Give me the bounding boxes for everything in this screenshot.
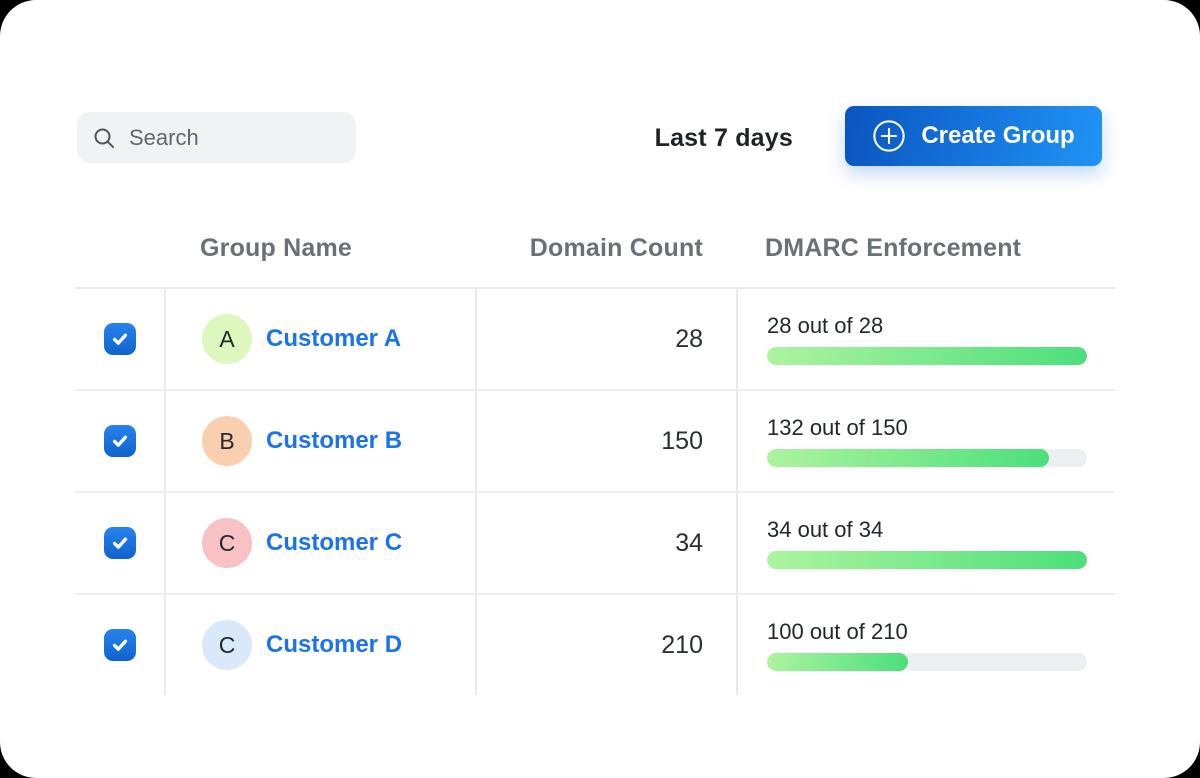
customer-name-link[interactable]: Customer A	[266, 325, 401, 353]
checkbox-cell	[75, 391, 164, 491]
domain-count-cell: 150	[475, 391, 736, 491]
table-row: B Customer B 150 132 out of 150	[75, 391, 1115, 493]
domain-count-value: 28	[675, 325, 703, 354]
dmarc-cell: 100 out of 210	[736, 595, 1115, 695]
avatar: A	[202, 314, 252, 364]
dmarc-progress-fill	[767, 449, 1049, 467]
row-checkbox[interactable]	[104, 629, 136, 661]
dmarc-progress-label: 34 out of 34	[767, 517, 883, 543]
table-row: C Customer C 34 34 out of 34	[75, 493, 1115, 595]
domain-count-value: 34	[675, 529, 703, 558]
main-card: Last 7 days Create Group Group Name Doma…	[0, 0, 1200, 778]
table-row: C Customer D 210 100 out of 210	[75, 595, 1115, 695]
dmarc-progress-bar	[767, 653, 1087, 671]
create-group-label: Create Group	[921, 122, 1074, 150]
domain-count-cell: 28	[475, 289, 736, 389]
row-checkbox[interactable]	[104, 527, 136, 559]
dmarc-progress-bar	[767, 347, 1087, 365]
dmarc-progress-label: 28 out of 28	[767, 313, 883, 339]
checkbox-cell	[75, 289, 164, 389]
checkbox-cell	[75, 595, 164, 695]
dmarc-cell: 34 out of 34	[736, 493, 1115, 593]
avatar: B	[202, 416, 252, 466]
header-group-name: Group Name	[164, 234, 475, 263]
groups-table: Group Name Domain Count DMARC Enforcemen…	[75, 210, 1115, 695]
checkbox-cell	[75, 493, 164, 593]
group-name-cell: C Customer D	[164, 595, 475, 695]
customer-name-link[interactable]: Customer B	[266, 427, 402, 455]
domain-count-value: 150	[661, 427, 703, 456]
search-box[interactable]	[77, 112, 356, 163]
table-body: A Customer A 28 28 out of 28 B Customer …	[75, 289, 1115, 695]
dmarc-progress-label: 132 out of 150	[767, 415, 908, 441]
checkmark-icon	[110, 635, 130, 655]
checkmark-icon	[110, 329, 130, 349]
dmarc-progress-fill	[767, 551, 1087, 569]
header-dmarc-enforcement: DMARC Enforcement	[736, 234, 1115, 263]
group-name-cell: A Customer A	[164, 289, 475, 389]
date-range-label[interactable]: Last 7 days	[655, 124, 793, 153]
group-name-cell: B Customer B	[164, 391, 475, 491]
avatar: C	[202, 518, 252, 568]
domain-count-cell: 34	[475, 493, 736, 593]
row-checkbox[interactable]	[104, 425, 136, 457]
table-header: Group Name Domain Count DMARC Enforcemen…	[75, 210, 1115, 289]
checkmark-icon	[110, 533, 130, 553]
group-name-cell: C Customer C	[164, 493, 475, 593]
dmarc-progress-bar	[767, 449, 1087, 467]
dmarc-progress-fill	[767, 653, 908, 671]
dmarc-cell: 28 out of 28	[736, 289, 1115, 389]
domain-count-cell: 210	[475, 595, 736, 695]
table-row: A Customer A 28 28 out of 28	[75, 289, 1115, 391]
customer-name-link[interactable]: Customer C	[266, 529, 402, 557]
customer-name-link[interactable]: Customer D	[266, 631, 402, 659]
row-checkbox[interactable]	[104, 323, 136, 355]
create-group-button[interactable]: Create Group	[845, 106, 1102, 166]
header-domain-count: Domain Count	[475, 234, 736, 263]
dmarc-progress-bar	[767, 551, 1087, 569]
checkmark-icon	[110, 431, 130, 451]
dmarc-cell: 132 out of 150	[736, 391, 1115, 491]
search-input[interactable]	[127, 124, 341, 152]
search-icon	[92, 126, 116, 150]
dmarc-progress-label: 100 out of 210	[767, 619, 908, 645]
avatar: C	[202, 620, 252, 670]
dmarc-progress-fill	[767, 347, 1087, 365]
plus-circle-icon	[872, 119, 906, 153]
domain-count-value: 210	[661, 631, 703, 660]
